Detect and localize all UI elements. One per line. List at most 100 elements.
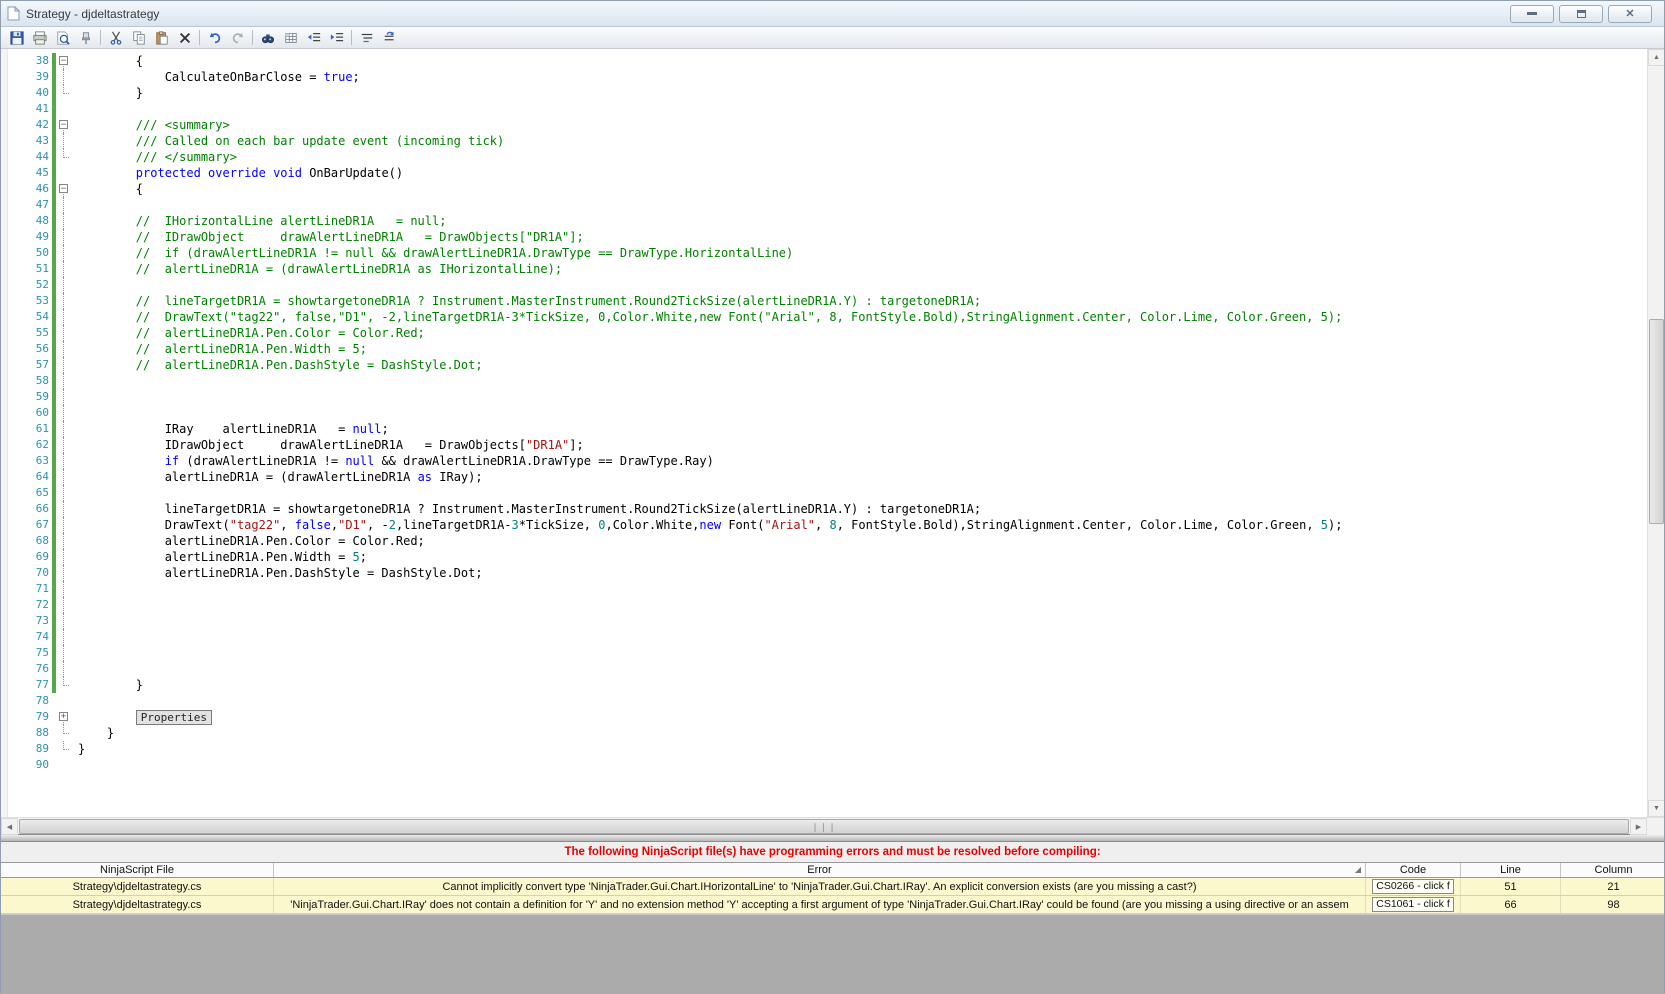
- cut-button[interactable]: [104, 28, 127, 48]
- scroll-down-arrow[interactable]: ▼: [1648, 800, 1664, 817]
- redo-button[interactable]: [226, 28, 249, 48]
- find-button[interactable]: [256, 28, 279, 48]
- fold-margin[interactable]: −: [56, 181, 72, 197]
- collapse-icon[interactable]: −: [59, 184, 68, 193]
- scroll-right-arrow[interactable]: ▶: [1630, 818, 1647, 835]
- close-button[interactable]: ✕: [1608, 4, 1652, 23]
- code-line[interactable]: 68 alertLineDR1A.Pen.Color = Color.Red;: [9, 533, 1647, 549]
- code-line[interactable]: 44 /// </summary>: [9, 149, 1647, 165]
- code-line[interactable]: 58: [9, 373, 1647, 389]
- grid-button[interactable]: [279, 28, 302, 48]
- close-icon: ✕: [1625, 7, 1635, 20]
- code-line[interactable]: 52: [9, 277, 1647, 293]
- code-line[interactable]: 49 // IDrawObject drawAlertLineDR1A = Dr…: [9, 229, 1647, 245]
- error-code-link[interactable]: CS1061 - click f: [1372, 897, 1454, 912]
- column-header-file[interactable]: NinjaScript File: [1, 863, 274, 877]
- code-text: IRay alertLineDR1A = null;: [78, 422, 389, 436]
- collapse-icon[interactable]: −: [59, 56, 68, 65]
- undo-button[interactable]: [203, 28, 226, 48]
- code-line[interactable]: 57 // alertLineDR1A.Pen.DashStyle = Dash…: [9, 357, 1647, 373]
- collapsed-region-box[interactable]: Properties: [135, 710, 213, 725]
- comment-button[interactable]: [355, 28, 378, 48]
- line-number: 71: [35, 582, 49, 595]
- code-line[interactable]: 50 // if (drawAlertLineDR1A != null && d…: [9, 245, 1647, 261]
- code-line[interactable]: 41: [9, 101, 1647, 117]
- restore-button[interactable]: [1559, 4, 1603, 23]
- scroll-up-arrow[interactable]: ▲: [1648, 49, 1664, 66]
- code-line[interactable]: 47: [9, 197, 1647, 213]
- horizontal-scroll-thumb[interactable]: ❘❘❘: [19, 819, 1629, 834]
- column-header-column[interactable]: Column: [1561, 863, 1665, 877]
- panel-splitter[interactable]: [1, 834, 1664, 842]
- fold-margin: [56, 229, 72, 245]
- code-editor[interactable]: 38− {39 CalculateOnBarClose = true; 40 } 4…: [1, 49, 1664, 817]
- code-line[interactable]: 76: [9, 661, 1647, 677]
- minimize-button[interactable]: [1510, 4, 1554, 23]
- save-button[interactable]: [5, 28, 28, 48]
- code-line[interactable]: 71: [9, 581, 1647, 597]
- code-line[interactable]: 75: [9, 645, 1647, 661]
- code-line[interactable]: 63 if (drawAlertLineDR1A != null && draw…: [9, 453, 1647, 469]
- code-line[interactable]: 78: [9, 693, 1647, 709]
- code-line[interactable]: 40 }: [9, 85, 1647, 101]
- code-line[interactable]: 39 CalculateOnBarClose = true;: [9, 69, 1647, 85]
- code-line[interactable]: 70 alertLineDR1A.Pen.DashStyle = DashSty…: [9, 565, 1647, 581]
- code-line[interactable]: 66 lineTargetDR1A = showtargetoneDR1A ? …: [9, 501, 1647, 517]
- copy-button[interactable]: [127, 28, 150, 48]
- error-line-cell: 66: [1461, 896, 1561, 913]
- code-line[interactable]: 79 + Properties: [9, 709, 1647, 725]
- code-line[interactable]: 72: [9, 597, 1647, 613]
- code-line[interactable]: 77 }: [9, 677, 1647, 693]
- code-line[interactable]: 61 IRay alertLineDR1A = null;: [9, 421, 1647, 437]
- code-line[interactable]: 59: [9, 389, 1647, 405]
- code-line[interactable]: 89}: [9, 741, 1647, 757]
- code-line[interactable]: 65: [9, 485, 1647, 501]
- error-row[interactable]: Strategy\djdeltastrategy.cs Cannot implic…: [1, 878, 1664, 896]
- code-line[interactable]: 67 DrawText("tag22", false,"D1", -2,line…: [9, 517, 1647, 533]
- horizontal-scrollbar[interactable]: ◀ ❘❘❘ ▶: [1, 817, 1664, 835]
- fold-margin[interactable]: −: [56, 117, 72, 133]
- code-line[interactable]: 90: [9, 757, 1647, 773]
- vertical-scrollbar[interactable]: ▲ ▼: [1647, 49, 1664, 817]
- code-line[interactable]: 56 // alertLineDR1A.Pen.Width = 5;: [9, 341, 1647, 357]
- print-button[interactable]: [28, 28, 51, 48]
- column-header-line[interactable]: Line: [1461, 863, 1561, 877]
- code-line[interactable]: 73: [9, 613, 1647, 629]
- error-rows: Strategy\djdeltastrategy.cs Cannot implic…: [1, 878, 1664, 914]
- expand-icon[interactable]: +: [59, 712, 68, 721]
- code-line[interactable]: 74: [9, 629, 1647, 645]
- paste-button[interactable]: [150, 28, 173, 48]
- print-preview-button[interactable]: [51, 28, 74, 48]
- scroll-left-arrow[interactable]: ◀: [1, 818, 18, 835]
- code-line[interactable]: 48 // IHorizontalLine alertLineDR1A = nu…: [9, 213, 1647, 229]
- vertical-scroll-thumb[interactable]: [1649, 319, 1664, 524]
- code-line[interactable]: 53 // lineTargetDR1A = showtargetoneDR1A…: [9, 293, 1647, 309]
- fold-margin[interactable]: −: [56, 53, 72, 69]
- code-line[interactable]: 43 /// Called on each bar update event (…: [9, 133, 1647, 149]
- code-line[interactable]: 64 alertLineDR1A = (drawAlertLineDR1A as…: [9, 469, 1647, 485]
- code-line[interactable]: 69 alertLineDR1A.Pen.Width = 5;: [9, 549, 1647, 565]
- code-line[interactable]: 88 }: [9, 725, 1647, 741]
- outdent-button[interactable]: [302, 28, 325, 48]
- indent-button[interactable]: [325, 28, 348, 48]
- collapse-icon[interactable]: −: [59, 120, 68, 129]
- code-line[interactable]: 62 IDrawObject drawAlertLineDR1A = DrawO…: [9, 437, 1647, 453]
- column-header-code[interactable]: Code: [1366, 863, 1461, 877]
- code-line[interactable]: 46 − {: [9, 181, 1647, 197]
- fold-margin[interactable]: +: [56, 709, 72, 725]
- code-line[interactable]: 54 // DrawText("tag22", false,"D1", -2,l…: [9, 309, 1647, 325]
- code-line[interactable]: 42 − /// <summary>: [9, 117, 1647, 133]
- code-line[interactable]: 45 protected override void OnBarUpdate(): [9, 165, 1647, 181]
- code-line[interactable]: 55 // alertLineDR1A.Pen.Color = Color.Re…: [9, 325, 1647, 341]
- delete-button[interactable]: [173, 28, 196, 48]
- error-code-link[interactable]: CS0266 - click f: [1372, 879, 1454, 894]
- error-row[interactable]: Strategy\djdeltastrategy.cs 'NinjaTrader.…: [1, 896, 1664, 914]
- column-header-error[interactable]: Error ◢: [274, 863, 1366, 877]
- code-text: /// Called on each bar update event (inc…: [78, 134, 505, 148]
- pin-button[interactable]: [74, 28, 97, 48]
- code-line[interactable]: 51 // alertLineDR1A = (drawAlertLineDR1A…: [9, 261, 1647, 277]
- code-line[interactable]: 38 − {: [9, 53, 1647, 69]
- code-line[interactable]: 60: [9, 405, 1647, 421]
- uncomment-button[interactable]: [378, 28, 401, 48]
- line-number: 47: [35, 198, 49, 211]
